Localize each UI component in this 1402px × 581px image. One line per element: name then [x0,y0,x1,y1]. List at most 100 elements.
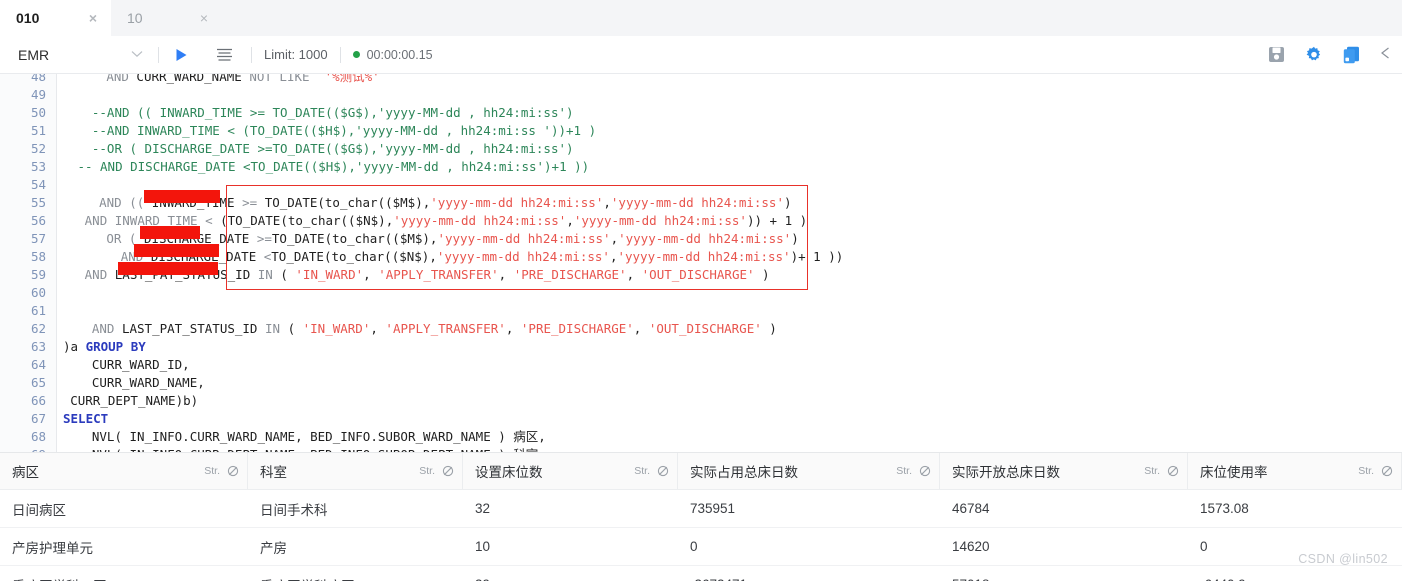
code-token: AND [106,74,137,84]
table-cell[interactable]: 32 [463,490,678,527]
column-header-5[interactable]: 实际开放总床日数 Str. [940,453,1188,489]
code-token: CURR_WARD_NAME, [91,375,205,390]
table-cell[interactable]: 735951 [678,490,940,527]
column-header-meta: Str. [896,465,931,477]
code-token: , [363,267,379,282]
table-cell[interactable]: 10 [463,528,678,565]
table-cell[interactable]: -6440.9 [1188,566,1402,581]
table-cell[interactable]: 产房 [248,528,463,565]
code-token: '%测试%' [324,74,380,84]
watermark-text: CSDN @lin502 [1298,552,1388,566]
row-limit-label[interactable]: Limit: 1000 [264,47,328,62]
table-cell[interactable]: 14620 [940,528,1188,565]
code-token: NOT LIKE [249,74,325,84]
table-row[interactable]: 产房护理单元 产房 10 0 14620 0 [0,528,1402,566]
table-cell[interactable]: 39 [463,566,678,581]
execution-time-value: 00:00:00.15 [366,47,433,62]
table-cell[interactable]: 0 [678,528,940,565]
code-line: --OR ( DISCHARGE_DATE >=TO_DATE(($G$),'y… [92,140,574,158]
save-icon[interactable] [1268,46,1285,63]
not-null-icon[interactable] [1167,465,1179,477]
code-line: SELECT [63,410,108,428]
code-token: , [370,321,386,336]
code-token: 'PRE_DISCHARGE' [513,267,627,282]
code-token: )) + 1 ) [746,213,808,228]
column-header-6[interactable]: 床位使用率 Str. [1188,453,1402,489]
line-number: 64 [30,357,46,372]
column-header-label: 设置床位数 [475,465,543,480]
results-body[interactable]: 日间病区 日间手术科 32 735951 46784 1573.08 产房护理单元 产房 10 0… [0,490,1402,581]
table-cell[interactable]: 重症医学科病区 [248,566,463,581]
code-token: NVL( IN_INFO.CURR_WARD_NAME, BED_INFO.SU… [91,429,546,444]
code-token: CURR_DEPT_NAME)b) [70,393,199,408]
editor-tab-10[interactable]: 10 × [111,0,222,36]
code-token: (TO_DATE(to_char(($N$), [220,213,394,228]
code-token: TO_DATE(to_char(($M$), [271,231,438,246]
table-row[interactable]: 重症医学科一区重症医学科病区39-367247157018-6440.9 [0,566,1402,581]
table-cell[interactable]: 产房护理单元 [0,528,248,565]
column-header-meta: Str. [1144,465,1179,477]
code-token: --OR ( DISCHARGE_DATE >=TO_DATE(($G$),'y… [91,141,574,156]
toolbar-overflow-icon[interactable] [1380,47,1390,62]
column-type-label: Str. [896,465,912,477]
table-cell[interactable]: -3672471 [678,566,940,581]
code-token: , [633,321,649,336]
code-line: -- AND DISCHARGE_DATE <TO_DATE(($H$),'yy… [77,158,589,176]
not-null-icon[interactable] [442,465,454,477]
code-content-area[interactable]: AND CURR_WARD_NAME NOT LIKE '%测试%' --AND … [57,74,1402,452]
column-header-2[interactable]: 科室 Str. [248,453,463,489]
not-null-icon[interactable] [657,465,669,477]
chevron-down-icon[interactable] [128,49,146,61]
line-number: 62 [30,321,46,336]
code-token: 'yyyy-mm-dd hh24:mi:ss' [393,213,567,228]
code-token: 'yyyy-mm-dd hh24:mi:ss' [430,195,604,210]
line-number: 61 [30,303,46,318]
column-header-4[interactable]: 实际占用总床日数 Str. [678,453,940,489]
code-token: 'yyyy-mm-dd hh24:mi:ss' [617,249,791,264]
not-null-icon[interactable] [1381,465,1393,477]
gear-icon[interactable] [1305,46,1323,64]
line-number: 48 [30,74,46,84]
code-line: AND CURR_WARD_NAME NOT LIKE '%测试%' [106,74,379,86]
not-null-icon[interactable] [919,465,931,477]
format-sql-button[interactable] [210,48,239,62]
run-query-button[interactable] [171,48,192,62]
sql-code-editor[interactable]: 48 49 50 51 52 53 54 55 56 57 58 59 60 61 62 63 64 65 66 67… [0,74,1402,452]
table-cell[interactable]: 日间病区 [0,490,248,527]
line-number: 49 [30,87,46,102]
editor-tab-010[interactable]: 010 × [0,0,111,36]
column-header-1[interactable]: 病区 Str. [0,453,248,489]
code-line: --AND (( INWARD_TIME >= TO_DATE(($G$),'y… [92,104,574,122]
column-type-label: Str. [419,465,435,477]
table-cell[interactable]: 1573.08 [1188,490,1402,527]
line-number: 60 [30,285,46,300]
tab-close-icon[interactable]: × [200,11,208,25]
code-token: , [498,267,514,282]
query-results-grid[interactable]: 病区 Str. 科室 Str. 设置床位数 Str. 实际占用总床日数 Str. 实际开放总床日… [0,452,1402,581]
table-cell[interactable]: 46784 [940,490,1188,527]
datasource-select-label[interactable]: EMR [18,47,128,63]
code-token: ) [783,195,792,210]
editor-tab-bar: 010 × 10 × [0,0,1402,36]
status-dot-icon [352,51,360,58]
table-cell[interactable]: 日间手术科 [248,490,463,527]
code-line: --AND INWARD_TIME < (TO_DATE(($H$),'yyyy… [92,122,596,140]
code-token: 'PRE_DISCHARGE' [520,321,634,336]
table-cell[interactable]: 重症医学科一区 [0,566,248,581]
code-token: AND [91,321,122,336]
copy-icon[interactable] [1343,46,1360,64]
toolbar-divider-2 [251,46,252,63]
code-token: 'yyyy-mm-dd hh24:mi:ss' [618,231,792,246]
line-number: 56 [30,213,46,228]
query-toolbar: EMR Limit: 1000 00:00:00.15 [0,36,1402,74]
column-header-3[interactable]: 设置床位数 Str. [463,453,678,489]
tab-close-icon[interactable]: × [89,11,97,25]
code-token: , [626,267,642,282]
table-cell[interactable]: 57018 [940,566,1188,581]
code-token: ) [791,231,799,246]
column-type-label: Str. [1144,465,1160,477]
table-row[interactable]: 日间病区 日间手术科 32 735951 46784 1573.08 [0,490,1402,528]
not-null-icon[interactable] [227,465,239,477]
line-number: 51 [30,123,46,138]
redaction-block [134,244,219,257]
